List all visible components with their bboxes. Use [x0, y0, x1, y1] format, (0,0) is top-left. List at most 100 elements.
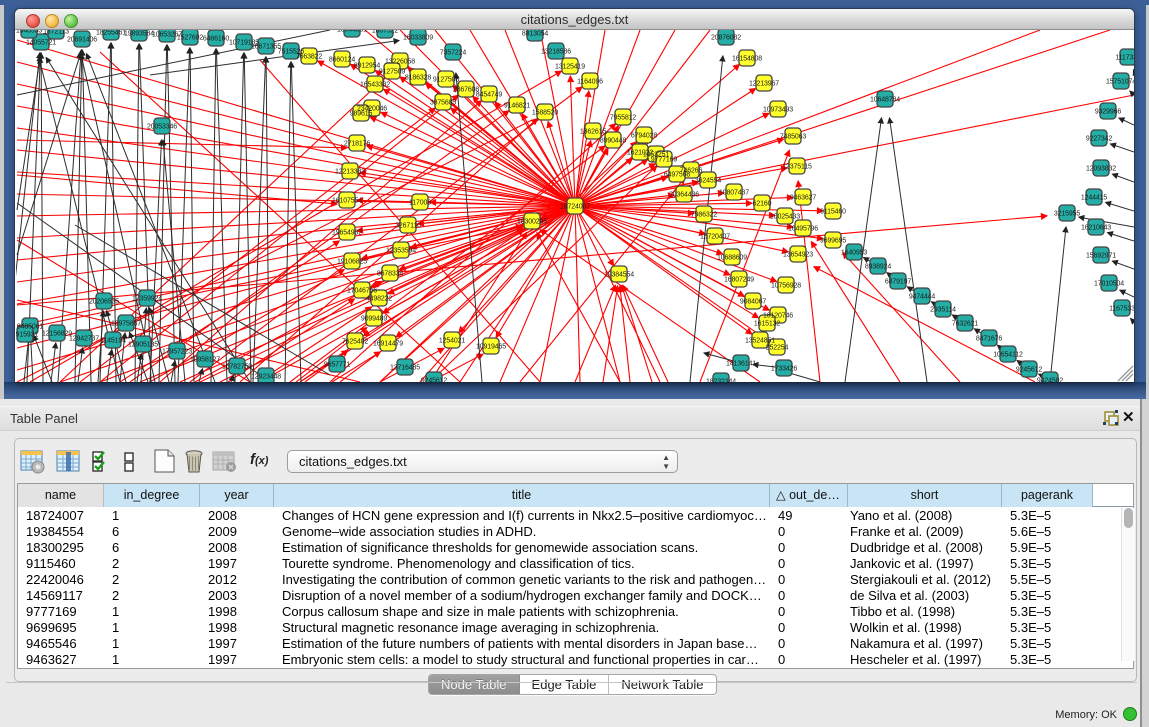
svg-text:9777169: 9777169: [651, 157, 677, 164]
svg-text:3875685: 3875685: [430, 100, 456, 107]
svg-text:9699695: 9699695: [820, 238, 846, 245]
svg-text:2935114: 2935114: [930, 307, 956, 314]
svg-text:13654923: 13654923: [783, 252, 813, 259]
svg-text:17010504: 17010504: [1094, 281, 1124, 288]
svg-text:12156829: 12156829: [42, 331, 72, 338]
svg-text:9463627: 9463627: [790, 195, 816, 202]
svg-text:12093832: 12093832: [1086, 166, 1116, 173]
svg-text:16914479: 16914479: [373, 341, 403, 348]
svg-text:8912954: 8912954: [354, 63, 380, 70]
svg-text:16782759: 16782759: [222, 364, 252, 371]
svg-text:10973493: 10973493: [763, 107, 793, 114]
svg-text:8990448: 8990448: [600, 138, 626, 145]
svg-text:3915931: 3915931: [16, 332, 38, 339]
svg-text:9245612: 9245612: [1016, 367, 1042, 374]
svg-text:8186328: 8186328: [405, 75, 431, 82]
svg-text:1615132: 1615132: [754, 321, 780, 328]
svg-text:13218586: 13218586: [541, 49, 571, 56]
svg-text:16033809: 16033809: [403, 35, 433, 42]
svg-text:8485061: 8485061: [17, 324, 43, 331]
svg-text:17359924: 17359924: [132, 296, 162, 303]
svg-text:1733426: 1733426: [771, 366, 797, 373]
svg-text:9146821: 9146821: [504, 103, 530, 110]
svg-text:14136141: 14136141: [726, 361, 756, 368]
svg-text:9474444: 9474444: [909, 294, 935, 301]
svg-text:16210643: 16210643: [1081, 225, 1111, 232]
svg-text:20053346: 20053346: [147, 124, 177, 131]
svg-text:12942737: 12942737: [69, 336, 99, 343]
svg-text:7632621: 7632621: [952, 321, 978, 328]
svg-text:7485063: 7485063: [780, 134, 806, 141]
svg-text:8471676: 8471676: [976, 336, 1002, 343]
svg-text:13524851: 13524851: [745, 338, 775, 345]
svg-text:7955812: 7955812: [610, 115, 636, 122]
svg-text:12905135: 12905135: [128, 342, 158, 349]
svg-text:10025433: 10025433: [770, 214, 800, 221]
svg-text:9127508: 9127508: [433, 77, 459, 84]
svg-text:18300295: 18300295: [517, 219, 547, 226]
svg-text:1167533: 1167533: [1109, 306, 1134, 313]
svg-text:12923448: 12923448: [251, 374, 281, 381]
svg-text:17046766: 17046766: [347, 288, 377, 295]
svg-text:10975867: 10975867: [111, 321, 141, 328]
svg-text:6497568: 6497568: [664, 172, 690, 179]
svg-text:1117333: 1117333: [1115, 55, 1134, 62]
svg-text:8938924: 8938924: [865, 264, 891, 271]
svg-text:13716485: 13716485: [390, 365, 420, 372]
svg-text:15720407: 15720407: [700, 234, 730, 241]
svg-text:1244415: 1244415: [1081, 195, 1107, 202]
svg-text:1872113: 1872113: [43, 30, 69, 36]
svg-text:6466160: 6466160: [203, 36, 229, 43]
svg-text:9084067: 9084067: [740, 299, 766, 306]
svg-text:9329966: 9329966: [1095, 109, 1121, 116]
svg-text:10807487: 10807487: [719, 190, 749, 197]
svg-text:9127509: 9127509: [379, 69, 405, 76]
svg-text:19384554: 19384554: [604, 272, 634, 279]
svg-text:9424502: 9424502: [1037, 378, 1063, 383]
svg-text:16807249: 16807249: [724, 277, 754, 284]
svg-text:16120746: 16120746: [763, 313, 793, 320]
svg-text:3267110: 3267110: [395, 223, 421, 230]
svg-text:8813054: 8813054: [522, 31, 548, 38]
svg-text:10756928: 10756928: [771, 283, 801, 290]
svg-text:13125419: 13125419: [555, 64, 585, 71]
svg-text:1940553: 1940553: [16, 30, 42, 35]
svg-text:10958127: 10958127: [190, 357, 220, 364]
svg-text:12213383: 12213383: [335, 169, 365, 176]
svg-text:1527602: 1527602: [177, 35, 203, 42]
svg-text:19893584: 19893584: [124, 31, 154, 38]
svg-text:18724007: 18724007: [560, 204, 590, 211]
svg-text:16543382: 16543382: [360, 82, 390, 89]
svg-text:20876082: 20876082: [711, 35, 741, 42]
svg-text:1588520: 1588520: [532, 110, 558, 117]
svg-text:1640953: 1640953: [841, 250, 867, 257]
svg-text:3624554: 3624554: [695, 178, 721, 185]
svg-text:16154808: 16154808: [732, 56, 762, 63]
svg-text:15751074: 15751074: [1106, 79, 1134, 86]
svg-text:9227342: 9227342: [1086, 136, 1112, 143]
svg-text:7625402: 7625402: [342, 339, 368, 346]
svg-text:4498222: 4498222: [366, 296, 392, 303]
svg-text:9657771: 9657771: [324, 362, 350, 369]
svg-text:10654112: 10654112: [993, 352, 1023, 359]
svg-text:12375115: 12375115: [782, 164, 812, 171]
svg-text:1145194: 1145194: [100, 338, 126, 345]
svg-text:15692971: 15692971: [1086, 253, 1116, 260]
svg-text:1362615: 1362615: [580, 129, 606, 136]
svg-text:9115460: 9115460: [820, 209, 846, 216]
svg-text:2718176: 2718176: [344, 141, 370, 148]
svg-text:16107554: 16107554: [332, 198, 362, 205]
svg-text:20206535: 20206535: [89, 299, 119, 306]
svg-text:9245612: 9245612: [421, 378, 447, 383]
svg-text:16671355: 16671355: [251, 44, 281, 51]
svg-text:10688609: 10688609: [717, 255, 747, 262]
svg-text:12353594: 12353594: [386, 248, 416, 255]
svg-text:8678334: 8678334: [377, 271, 403, 278]
svg-text:20364436: 20364436: [669, 192, 699, 199]
svg-text:8660124: 8660124: [329, 57, 355, 64]
svg-text:1254021: 1254021: [439, 338, 465, 345]
svg-text:3215955: 3215955: [1054, 211, 1080, 218]
svg-text:8454749: 8454749: [476, 92, 502, 99]
svg-text:10648784: 10648784: [870, 97, 900, 104]
svg-text:14055721: 14055721: [26, 40, 56, 47]
